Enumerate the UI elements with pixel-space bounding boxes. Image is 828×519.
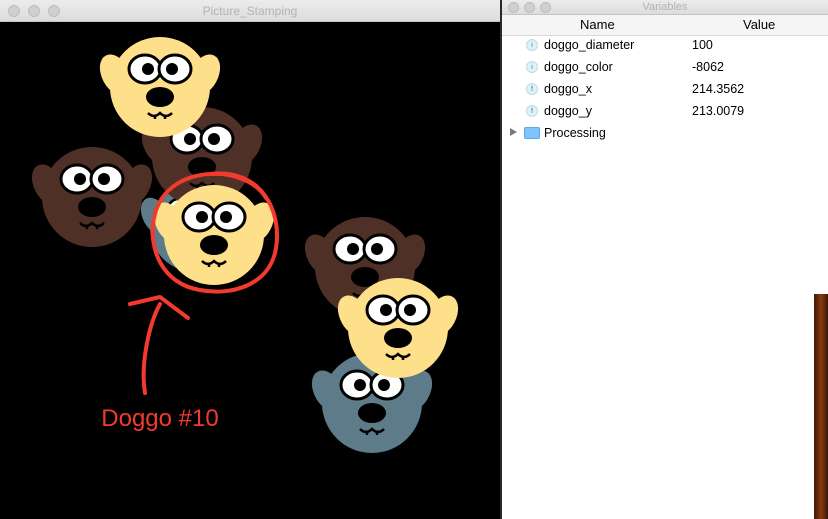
variable-row[interactable]: i doggo_color -8062 [502, 56, 828, 78]
variables-window: Variables Name Value i doggo_diameter 10… [502, 0, 828, 519]
variables-titlebar[interactable]: Variables [502, 0, 828, 15]
folder-row-processing[interactable]: Processing [502, 122, 828, 144]
variable-row[interactable]: i doggo_diameter 100 [502, 34, 828, 56]
variable-name: doggo_x [544, 82, 592, 96]
float-type-icon: f [526, 83, 538, 95]
variable-row[interactable]: f doggo_x 214.3562 [502, 78, 828, 100]
variable-name: doggo_y [544, 104, 592, 118]
float-type-icon: f [526, 105, 538, 117]
disclosure-triangle-icon[interactable] [510, 128, 517, 136]
sketch-titlebar[interactable]: Picture_Stamping [0, 0, 500, 22]
desktop-background [814, 294, 828, 519]
sketch-window: Picture_Stamping Doggo #10 [0, 0, 500, 519]
variable-value[interactable]: -8062 [692, 60, 724, 74]
variable-value[interactable]: 213.0079 [692, 104, 744, 118]
variables-table-header: Name Value [502, 15, 828, 36]
variable-name: doggo_diameter [544, 38, 635, 52]
column-header-value[interactable]: Value [743, 17, 775, 32]
column-header-name[interactable]: Name [580, 17, 615, 32]
sketch-window-title: Picture_Stamping [202, 4, 298, 18]
variable-name: doggo_color [544, 60, 613, 74]
folder-name: Processing [544, 126, 606, 140]
variable-row[interactable]: f doggo_y 213.0079 [502, 100, 828, 122]
sketch-canvas[interactable]: Doggo #10 [0, 22, 500, 519]
dog-brown-2 [23, 145, 161, 249]
annotation-arrow [128, 295, 190, 395]
int-type-icon: i [526, 39, 538, 51]
variable-value[interactable]: 100 [692, 38, 713, 52]
variable-value[interactable]: 214.3562 [692, 82, 744, 96]
annotation-label: Doggo #10 [101, 405, 218, 432]
int-type-icon: i [526, 61, 538, 73]
variables-window-title: Variables [642, 1, 688, 13]
folder-icon [524, 127, 540, 139]
